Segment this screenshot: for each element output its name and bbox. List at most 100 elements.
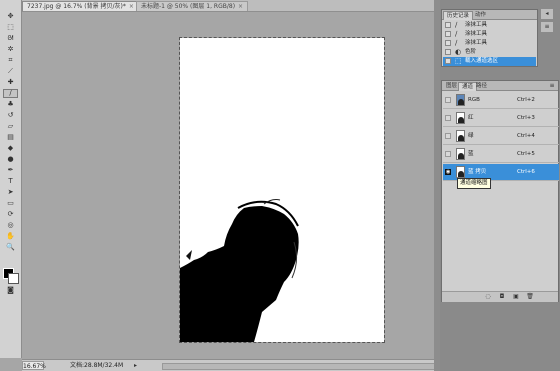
silhouette-image bbox=[180, 199, 299, 342]
thumbnail-silhouette bbox=[458, 99, 464, 105]
zoom-tool-icon[interactable]: 🔍 bbox=[3, 243, 18, 252]
history-item[interactable]: ◐ 色阶 bbox=[443, 48, 536, 57]
crop-tool-icon[interactable]: ⌗ bbox=[3, 56, 18, 65]
channel-name: 红 bbox=[468, 115, 474, 121]
shape-tool-icon[interactable]: ▭ bbox=[3, 199, 18, 208]
history-panel-tabs: 历史记录 动作 bbox=[442, 10, 537, 20]
healing-brush-tool-icon[interactable]: ✚ bbox=[3, 78, 18, 87]
background-color-swatch[interactable] bbox=[8, 273, 19, 284]
panel-menu-icon[interactable]: ≡ bbox=[548, 82, 556, 90]
history-item-label: 涂抹工具 bbox=[465, 31, 488, 37]
channel-row[interactable]: 红 Ctrl+3 bbox=[443, 110, 559, 127]
history-source-checkbox[interactable] bbox=[445, 22, 451, 28]
tab-actions[interactable]: 动作 bbox=[472, 11, 489, 19]
hand-tool-icon[interactable]: ✋ bbox=[3, 232, 18, 241]
toolbox: ✥ ⬚ ᘛ ✲ ⌗ ⟋ ✚ ∕ ♣ ↺ ▱ ▤ ◆ ● ✒ T ➤ ▭ ⟳ ◎ ✋ 🔍 ◙ bbox=[0, 0, 22, 358]
channel-thumbnail[interactable] bbox=[456, 148, 465, 160]
3d-orbit-tool-icon[interactable]: ◎ bbox=[3, 221, 18, 230]
document-canvas[interactable] bbox=[179, 37, 385, 343]
horizontal-scrollbar[interactable] bbox=[162, 363, 464, 370]
channel-shortcut: Ctrl+4 bbox=[517, 133, 535, 139]
channels-panel: 图层 通道 路径 ≡ RGB Ctrl+2 红 Ctrl+3 绿 Ctrl+4 蓝 Ctrl+… bbox=[441, 80, 559, 302]
eraser-tool-icon[interactable]: ▱ bbox=[3, 122, 18, 131]
thumbnail-silhouette bbox=[458, 153, 464, 159]
eyedropper-tool-icon[interactable]: ⟋ bbox=[3, 67, 18, 76]
lasso-tool-icon[interactable]: ᘛ bbox=[3, 34, 18, 43]
channel-row[interactable]: 绿 Ctrl+4 bbox=[443, 128, 559, 145]
tab-label: 7237.jpg @ 16.7% (背景 拷贝/灰)* bbox=[27, 3, 126, 10]
history-step-icon: ∕ bbox=[455, 30, 458, 38]
clone-stamp-tool-icon[interactable]: ♣ bbox=[3, 100, 18, 109]
history-source-checkbox[interactable] bbox=[445, 31, 451, 37]
panel-collapse-icon[interactable]: ◂ bbox=[541, 9, 553, 19]
channel-shortcut: Ctrl+6 bbox=[517, 169, 535, 175]
document-size[interactable]: 文档:28.8M/32.4M bbox=[70, 361, 123, 370]
history-source-checkbox[interactable] bbox=[445, 40, 451, 46]
channel-row[interactable]: 蓝 Ctrl+5 bbox=[443, 146, 559, 163]
thumbnail-silhouette bbox=[458, 171, 464, 177]
history-item[interactable]: ∕ 涂抹工具 bbox=[443, 30, 536, 39]
move-tool-icon[interactable]: ✥ bbox=[3, 12, 18, 21]
close-icon[interactable]: × bbox=[238, 3, 243, 10]
magic-wand-tool-icon[interactable]: ✲ bbox=[3, 45, 18, 54]
new-channel-icon[interactable]: ▣ bbox=[512, 293, 520, 301]
history-item-label: 涂抹工具 bbox=[465, 40, 488, 46]
tab-untitled-1[interactable]: 未标题-1 @ 50% (图层 1, RGB/8) × bbox=[136, 1, 249, 11]
history-step-icon: ◐ bbox=[455, 48, 462, 56]
pen-tool-icon[interactable]: ✒ bbox=[3, 166, 18, 175]
channel-shortcut: Ctrl+3 bbox=[517, 115, 535, 121]
channel-shortcut: Ctrl+2 bbox=[517, 97, 535, 103]
history-item-label: 涂抹工具 bbox=[465, 22, 488, 28]
history-item[interactable]: ⬚ 载入通道选区 bbox=[443, 57, 536, 66]
channel-thumbnail[interactable] bbox=[456, 130, 465, 142]
eye-icon[interactable] bbox=[445, 151, 451, 157]
channel-name: RGB bbox=[468, 97, 480, 103]
history-step-icon: ∕ bbox=[455, 21, 458, 29]
tab-7237-jpg[interactable]: 7237.jpg @ 16.7% (背景 拷贝/灰)* × bbox=[22, 1, 139, 11]
gradient-tool-icon[interactable]: ▤ bbox=[3, 133, 18, 142]
history-source-checkbox[interactable] bbox=[445, 49, 451, 55]
eye-icon[interactable] bbox=[445, 115, 451, 121]
eye-icon[interactable] bbox=[445, 133, 451, 139]
marquee-tool-icon[interactable]: ⬚ bbox=[3, 23, 18, 32]
thumbnail-silhouette bbox=[458, 117, 464, 123]
history-source-checkbox[interactable] bbox=[445, 58, 451, 64]
path-selection-tool-icon[interactable]: ➤ bbox=[3, 188, 18, 197]
brush-tool-icon[interactable]: ∕ bbox=[3, 89, 18, 98]
3d-rotate-tool-icon[interactable]: ⟳ bbox=[3, 210, 18, 219]
history-panel: 历史记录 动作 ∕ 涂抹工具 ∕ 涂抹工具 ∕ 涂抹工具 ◐ 色阶 ⬚ 载入通道选区 bbox=[441, 9, 538, 67]
tab-paths[interactable]: 路径 bbox=[473, 82, 490, 90]
channel-shortcut: Ctrl+5 bbox=[517, 151, 535, 157]
zoom-level[interactable]: 16.67% bbox=[22, 361, 46, 370]
tab-history[interactable]: 历史记录 bbox=[443, 11, 474, 20]
blur-tool-icon[interactable]: ◆ bbox=[3, 144, 18, 153]
channel-name: 绿 bbox=[468, 133, 474, 139]
eye-icon[interactable] bbox=[445, 97, 451, 103]
save-selection-icon[interactable]: ◘ bbox=[498, 293, 506, 301]
load-selection-icon[interactable]: ◌ bbox=[484, 293, 492, 301]
history-item-label: 色阶 bbox=[465, 49, 477, 55]
history-item[interactable]: ∕ 涂抹工具 bbox=[443, 21, 536, 30]
type-tool-icon[interactable]: T bbox=[3, 177, 18, 186]
history-brush-tool-icon[interactable]: ↺ bbox=[3, 111, 18, 120]
document-tabs: 7237.jpg @ 16.7% (背景 拷贝/灰)* × 未标题-1 @ 50%… bbox=[22, 0, 434, 12]
history-item-label: 载入通道选区 bbox=[465, 58, 499, 64]
history-item[interactable]: ∕ 涂抹工具 bbox=[443, 39, 536, 48]
panel-menu-icon[interactable]: ≡ bbox=[541, 22, 553, 32]
dodge-tool-icon[interactable]: ● bbox=[3, 155, 18, 164]
channel-thumbnail[interactable] bbox=[456, 112, 465, 124]
eye-icon[interactable]: ◉ bbox=[445, 169, 451, 175]
delete-channel-icon[interactable]: 🗑 bbox=[526, 293, 534, 301]
channels-panel-tabs: 图层 通道 路径 ≡ bbox=[442, 81, 558, 91]
status-menu-icon[interactable]: ▸ bbox=[132, 362, 139, 369]
channel-thumbnail[interactable] bbox=[456, 94, 465, 106]
quick-mask-icon[interactable]: ◙ bbox=[3, 286, 18, 295]
channels-footer: ◌ ◘ ▣ 🗑 bbox=[442, 291, 558, 302]
channel-thumbnail[interactable] bbox=[456, 166, 465, 178]
channel-name: 蓝 拷贝 bbox=[468, 169, 487, 175]
channel-row[interactable]: RGB Ctrl+2 bbox=[443, 92, 559, 109]
close-icon[interactable]: × bbox=[129, 3, 134, 10]
thumbnail-silhouette bbox=[458, 135, 464, 141]
history-step-icon: ∕ bbox=[455, 39, 458, 47]
channel-thumbnail-tooltip: 通道缩略图 bbox=[457, 178, 491, 189]
